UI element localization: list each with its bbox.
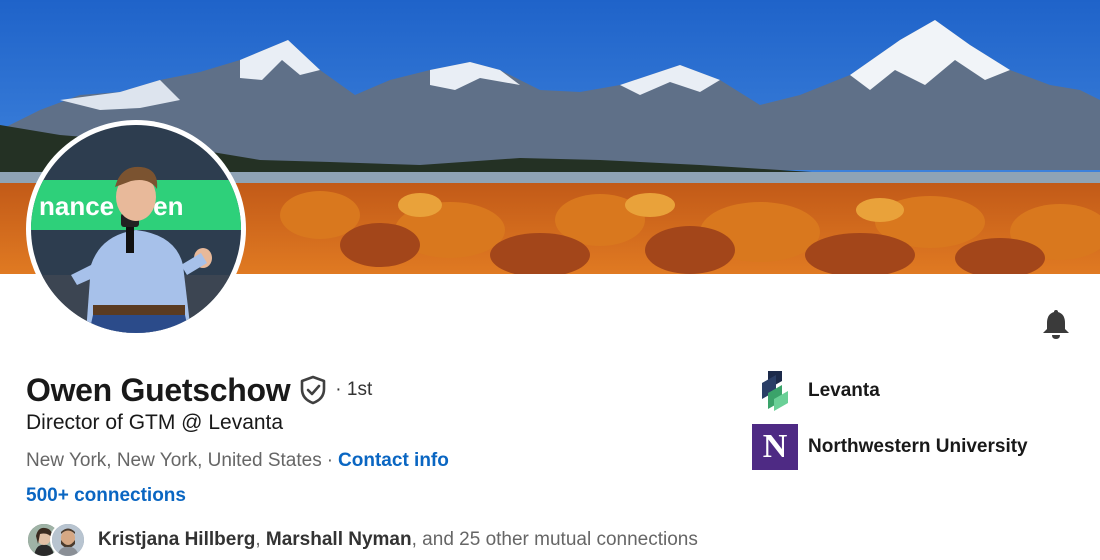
avatar — [50, 522, 86, 558]
profile-photo[interactable]: nance riven — [26, 120, 246, 338]
mutual-comma: , — [255, 529, 261, 550]
location-row: New York, New York, United States · Cont… — [26, 450, 449, 472]
profile-name-row: Owen Guetschow · 1st — [26, 370, 372, 410]
bell-icon[interactable] — [1039, 307, 1073, 341]
connections-link[interactable]: 500+ connections — [26, 485, 186, 507]
mutual-name: Marshall Nyman — [265, 529, 412, 550]
mutual-rest: , and 25 other mutual connections — [411, 529, 698, 550]
logo-letter: N — [762, 428, 788, 465]
connection-degree: · 1st — [335, 379, 373, 400]
school-name: Northwestern University — [808, 436, 1028, 457]
mutual-name: Kristjana Hillberg — [98, 529, 256, 550]
company-link[interactable]: Levanta — [752, 368, 880, 414]
mutual-connections-text: Kristjana Hillberg, Marshall Nyman, and … — [98, 529, 698, 551]
contact-info-link[interactable]: Contact info — [338, 450, 449, 472]
levanta-logo — [752, 368, 798, 414]
profile-headline: Director of GTM @ Levanta — [26, 411, 284, 434]
profile-name: Owen Guetschow — [26, 371, 291, 408]
mutual-avatars — [26, 520, 90, 560]
separator: · — [326, 450, 334, 471]
company-name: Levanta — [808, 380, 880, 401]
mutual-connections[interactable]: Kristjana Hillberg, Marshall Nyman, and … — [26, 520, 698, 560]
northwestern-logo: N — [752, 424, 798, 470]
profile-location: New York, New York, United States — [26, 450, 322, 471]
school-link[interactable]: N Northwestern University — [752, 424, 1028, 470]
shield-check-icon[interactable] — [299, 375, 327, 405]
avatar-sign-text: nance riven — [39, 191, 184, 221]
avatar: nance riven — [31, 125, 241, 333]
